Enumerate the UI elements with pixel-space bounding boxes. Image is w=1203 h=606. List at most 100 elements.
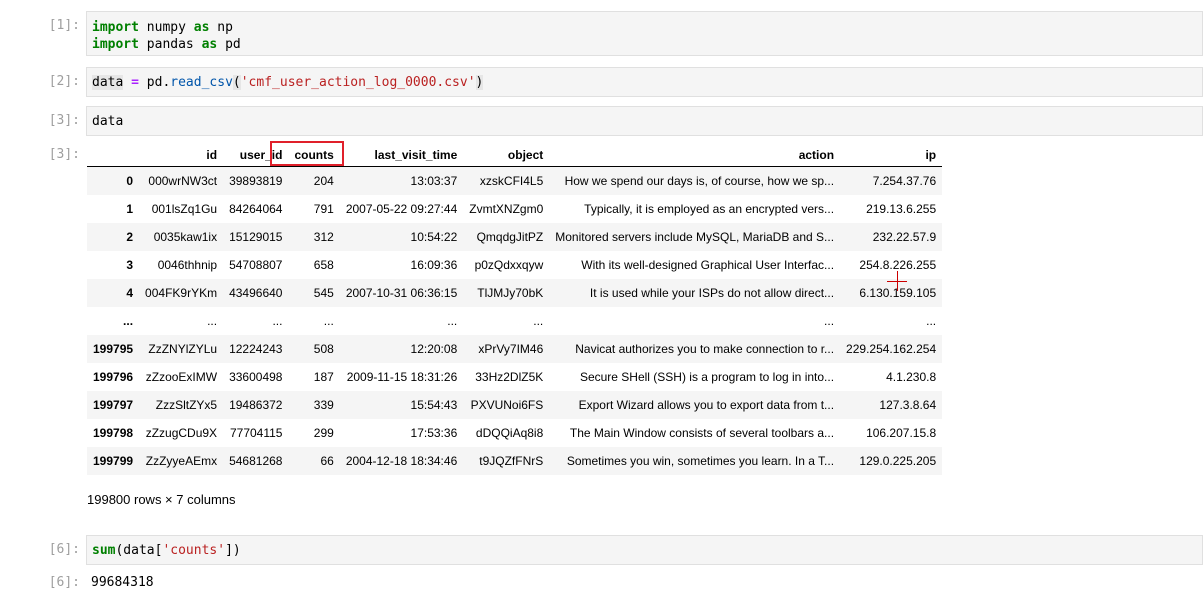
cell-2-prompt: [2]:	[48, 74, 80, 89]
row-index: 1	[126, 202, 134, 216]
keyword-as: as	[193, 20, 210, 35]
column-header	[87, 143, 140, 167]
crosshair-cursor-icon-vertical	[897, 271, 898, 291]
output-3-prompt: [3]:	[48, 147, 80, 162]
function-name: read_csv	[170, 75, 233, 90]
table-row: 2 0035kaw1ix 15129015 312 10:54:22 QmqdgJitPZ…	[87, 223, 943, 251]
column-header: object	[463, 143, 550, 167]
table-cell: zZzooExIMW	[145, 370, 218, 384]
table-cell: 0035kaw1ix	[153, 230, 218, 244]
table-cell: t9JQZfFNrS	[479, 454, 544, 468]
table-cell: 658	[313, 258, 334, 272]
cell-3-input[interactable]: data	[86, 106, 1203, 136]
table-cell: 545	[313, 286, 334, 300]
table-cell: 001lsZq1Gu	[151, 202, 218, 216]
row-index: 2	[126, 230, 134, 244]
table-cell: 2004-12-18 18:34:46	[345, 454, 458, 468]
table-cell: 508	[313, 342, 334, 356]
string-literal: 'cmf_user_action_log_0000.csv'	[240, 75, 476, 90]
table-cell: 219.13.6.255	[866, 202, 937, 216]
table-cell: TlJMJy70bK	[477, 286, 544, 300]
column-header: action	[549, 143, 841, 167]
cell-1-prompt: [1]:	[48, 18, 80, 33]
table-cell: It is used while your ISPs do not allow …	[589, 286, 835, 300]
table-cell: 39893819	[229, 174, 283, 188]
table-cell: 12:20:08	[410, 342, 458, 356]
table-cell: ...	[272, 314, 283, 328]
table-cell: The Main Window consists of several tool…	[569, 426, 835, 440]
row-index: 199796	[93, 370, 134, 384]
table-body: 0 000wrNW3ct 39893819 204 13:03:37 xzskCFI4L5…	[87, 166, 943, 475]
table-row: 199797 ZzzSltZYx5 19486372 339 15:54:43 PXVUN…	[87, 391, 943, 419]
table-row: 199798 zZzugCDu9X 77704115 299 17:53:36 dDQQi…	[87, 419, 942, 447]
table-cell: 254.8.226.255	[859, 258, 937, 272]
row-index: 4	[126, 286, 134, 300]
assign-operator: =	[123, 75, 147, 90]
variable-name: data	[92, 75, 124, 90]
cell-3-prompt: [3]:	[48, 113, 80, 128]
table-cell: 4.1.230.8	[886, 370, 937, 384]
table-cell: 84264064	[229, 202, 283, 216]
table-row: 3 0046thhnip 54708807 658 16:09:36 p0zQdxxqyw…	[87, 251, 942, 279]
table-cell: Secure SHell (SSH) is a program to log i…	[579, 370, 835, 384]
table-cell: 12224243	[229, 342, 283, 356]
cell-6-prompt: [6]:	[48, 542, 80, 557]
table-cell: 6.130.159.105	[859, 286, 937, 300]
table-cell: How we spend our days is, of course, how…	[564, 174, 835, 188]
table-cell: 54681268	[229, 454, 283, 468]
table-cell: ZzzSltZYx5	[155, 398, 218, 412]
table-row: 1 001lsZq1Gu 84264064 791 2007-05-22 09:27:4…	[87, 195, 942, 223]
table-cell: 000wrNW3ct	[148, 174, 218, 188]
function-name: sum	[92, 543, 116, 558]
table-cell: ZzZNYlZYLu	[148, 342, 218, 356]
table-cell: ...	[447, 314, 458, 328]
table-cell: ZvmtXNZgm0	[469, 202, 544, 216]
table-cell: dDQQiAq8i8	[475, 426, 544, 440]
table-cell: 004FK9rYKm	[145, 286, 218, 300]
table-cell: ...	[207, 314, 218, 328]
table-cell: PXVUNoi6FS	[470, 398, 544, 412]
table-cell: 129.0.225.205	[859, 454, 937, 468]
table-cell: 2009-11-15 18:31:26	[346, 370, 458, 384]
table-cell: 7.254.37.76	[872, 174, 937, 188]
column-header: ip	[840, 143, 943, 167]
table-cell: 2007-10-31 06:36:15	[345, 286, 458, 300]
keyword-import: import	[92, 20, 139, 35]
table-cell: 2007-05-22 09:27:44	[345, 202, 458, 216]
table-cell: ...	[824, 314, 835, 328]
table-cell: 232.22.57.9	[872, 230, 937, 244]
row-index: 199799	[93, 454, 134, 468]
paren-close: )	[475, 75, 484, 90]
table-cell: Export Wizard allows you to export data …	[578, 398, 835, 412]
table-cell: 791	[313, 202, 334, 216]
table-cell: 187	[313, 370, 334, 384]
code-line: sum(data['counts'])	[87, 542, 1202, 559]
column-header: id	[139, 143, 224, 167]
table-cell: ZzZyyeAEmx	[145, 454, 218, 468]
keyword-as: as	[201, 37, 218, 52]
table-cell: 77704115	[229, 426, 283, 440]
table-cell: ...	[533, 314, 544, 328]
table-cell: 299	[313, 426, 334, 440]
row-index: 199798	[93, 426, 134, 440]
table-row: 199795 ZzZNYlZYLu 12224243 508 12:20:08 xPrVy…	[87, 335, 943, 363]
table-cell: zZzugCDu9X	[145, 426, 218, 440]
cell-6-input[interactable]: sum(data['counts'])	[86, 535, 1203, 565]
table-cell: Monitored servers include MySQL, MariaDB…	[555, 230, 835, 244]
table-cell: 66	[320, 454, 334, 468]
table-cell: Typically, it is employed as an encrypte…	[584, 202, 835, 216]
table-cell: 43496640	[229, 286, 283, 300]
table-cell: 13:03:37	[410, 174, 458, 188]
cell-2-input[interactable]: data = pd.read_csv('cmf_user_action_log_…	[86, 67, 1203, 97]
table-cell: 19486372	[229, 398, 283, 412]
table-cell: 312	[313, 230, 334, 244]
column-header: user_id	[223, 143, 289, 167]
table-cell: 229.254.162.254	[846, 342, 937, 356]
table-row: 199796 zZzooExIMW 33600498 187 2009-11-15 18…	[87, 363, 942, 391]
code-text: ])	[225, 543, 241, 558]
table-cell: 15129015	[229, 230, 283, 244]
code-line-2: import pandas as pd	[87, 36, 1202, 53]
column-header: last_visit_time	[339, 143, 464, 167]
cell-1-input[interactable]: import numpy as np import pandas as pd	[86, 11, 1203, 56]
table-cell: ...	[323, 314, 334, 328]
